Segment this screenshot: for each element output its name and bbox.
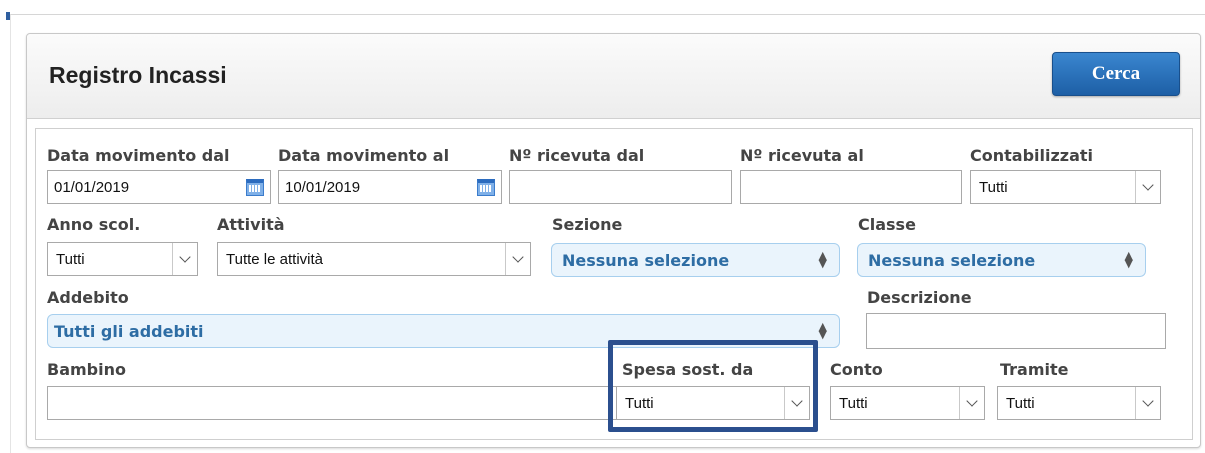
contabilizzati-select[interactable]: Tutti bbox=[970, 170, 1161, 204]
classe-label: Classe bbox=[858, 215, 916, 234]
data-dal-input[interactable]: 01/01/2019 bbox=[47, 170, 271, 204]
addebito-value: Tutti gli addebiti bbox=[54, 322, 204, 341]
data-al-value: 10/01/2019 bbox=[285, 179, 361, 196]
ricevuta-dal-input[interactable] bbox=[509, 170, 732, 204]
data-dal-label: Data movimento dal bbox=[47, 146, 230, 165]
descrizione-label: Descrizione bbox=[867, 288, 972, 307]
tramite-label: Tramite bbox=[1000, 360, 1069, 379]
updown-icon: ▲ ▼ bbox=[818, 249, 827, 270]
chevron-down-icon bbox=[959, 387, 984, 419]
contabilizzati-value: Tutti bbox=[979, 179, 1008, 196]
search-button[interactable]: Cerca bbox=[1052, 52, 1180, 96]
data-al-input[interactable]: 10/01/2019 bbox=[278, 170, 502, 204]
calendar-icon[interactable] bbox=[477, 179, 495, 196]
sezione-multiselect[interactable]: Nessuna selezione ▲ ▼ bbox=[551, 243, 840, 277]
classe-value: Nessuna selezione bbox=[868, 251, 1036, 270]
chevron-down-icon bbox=[505, 243, 530, 275]
tramite-select[interactable]: Tutti bbox=[997, 386, 1161, 420]
attivita-select[interactable]: Tutte le attività bbox=[217, 242, 531, 276]
spesa-sost-da-value: Tutti bbox=[625, 395, 654, 412]
updown-icon: ▲ ▼ bbox=[1124, 249, 1133, 270]
attivita-label: Attività bbox=[217, 215, 285, 234]
descrizione-input[interactable] bbox=[866, 313, 1166, 349]
conto-select[interactable]: Tutti bbox=[830, 386, 985, 420]
anno-scol-label: Anno scol. bbox=[47, 215, 141, 234]
data-al-label: Data movimento al bbox=[278, 146, 450, 165]
classe-multiselect[interactable]: Nessuna selezione ▲ ▼ bbox=[857, 243, 1146, 277]
spesa-sost-da-select[interactable]: Tutti bbox=[616, 386, 810, 420]
updown-icon: ▲ ▼ bbox=[818, 320, 827, 341]
spesa-sost-da-label: Spesa sost. da bbox=[622, 360, 754, 379]
conto-label: Conto bbox=[830, 360, 883, 379]
chevron-down-icon bbox=[172, 243, 197, 275]
anno-scol-value: Tutti bbox=[56, 251, 85, 268]
data-dal-value: 01/01/2019 bbox=[54, 179, 130, 196]
chevron-down-icon bbox=[1135, 387, 1160, 419]
addebito-label: Addebito bbox=[47, 288, 129, 307]
chevron-down-icon bbox=[1135, 171, 1160, 203]
calendar-icon[interactable] bbox=[246, 179, 264, 196]
page-title: Registro Incassi bbox=[49, 62, 227, 88]
bambino-input[interactable] bbox=[47, 386, 627, 420]
anno-scol-select[interactable]: Tutti bbox=[47, 242, 198, 276]
ricevuta-al-input[interactable] bbox=[740, 170, 962, 204]
sezione-label: Sezione bbox=[552, 215, 623, 234]
addebito-multiselect[interactable]: Tutti gli addebiti ▲ ▼ bbox=[47, 314, 840, 348]
conto-value: Tutti bbox=[839, 395, 868, 412]
attivita-value: Tutte le attività bbox=[226, 251, 323, 268]
panel-header: Registro Incassi Cerca bbox=[27, 34, 1200, 119]
sezione-value: Nessuna selezione bbox=[562, 251, 730, 270]
contabilizzati-label: Contabilizzati bbox=[970, 146, 1094, 165]
ricevuta-al-label: Nº ricevuta al bbox=[740, 146, 864, 165]
bambino-label: Bambino bbox=[47, 360, 126, 379]
chevron-down-icon bbox=[784, 387, 809, 419]
tramite-value: Tutti bbox=[1006, 395, 1035, 412]
ricevuta-dal-label: Nº ricevuta dal bbox=[509, 146, 645, 165]
